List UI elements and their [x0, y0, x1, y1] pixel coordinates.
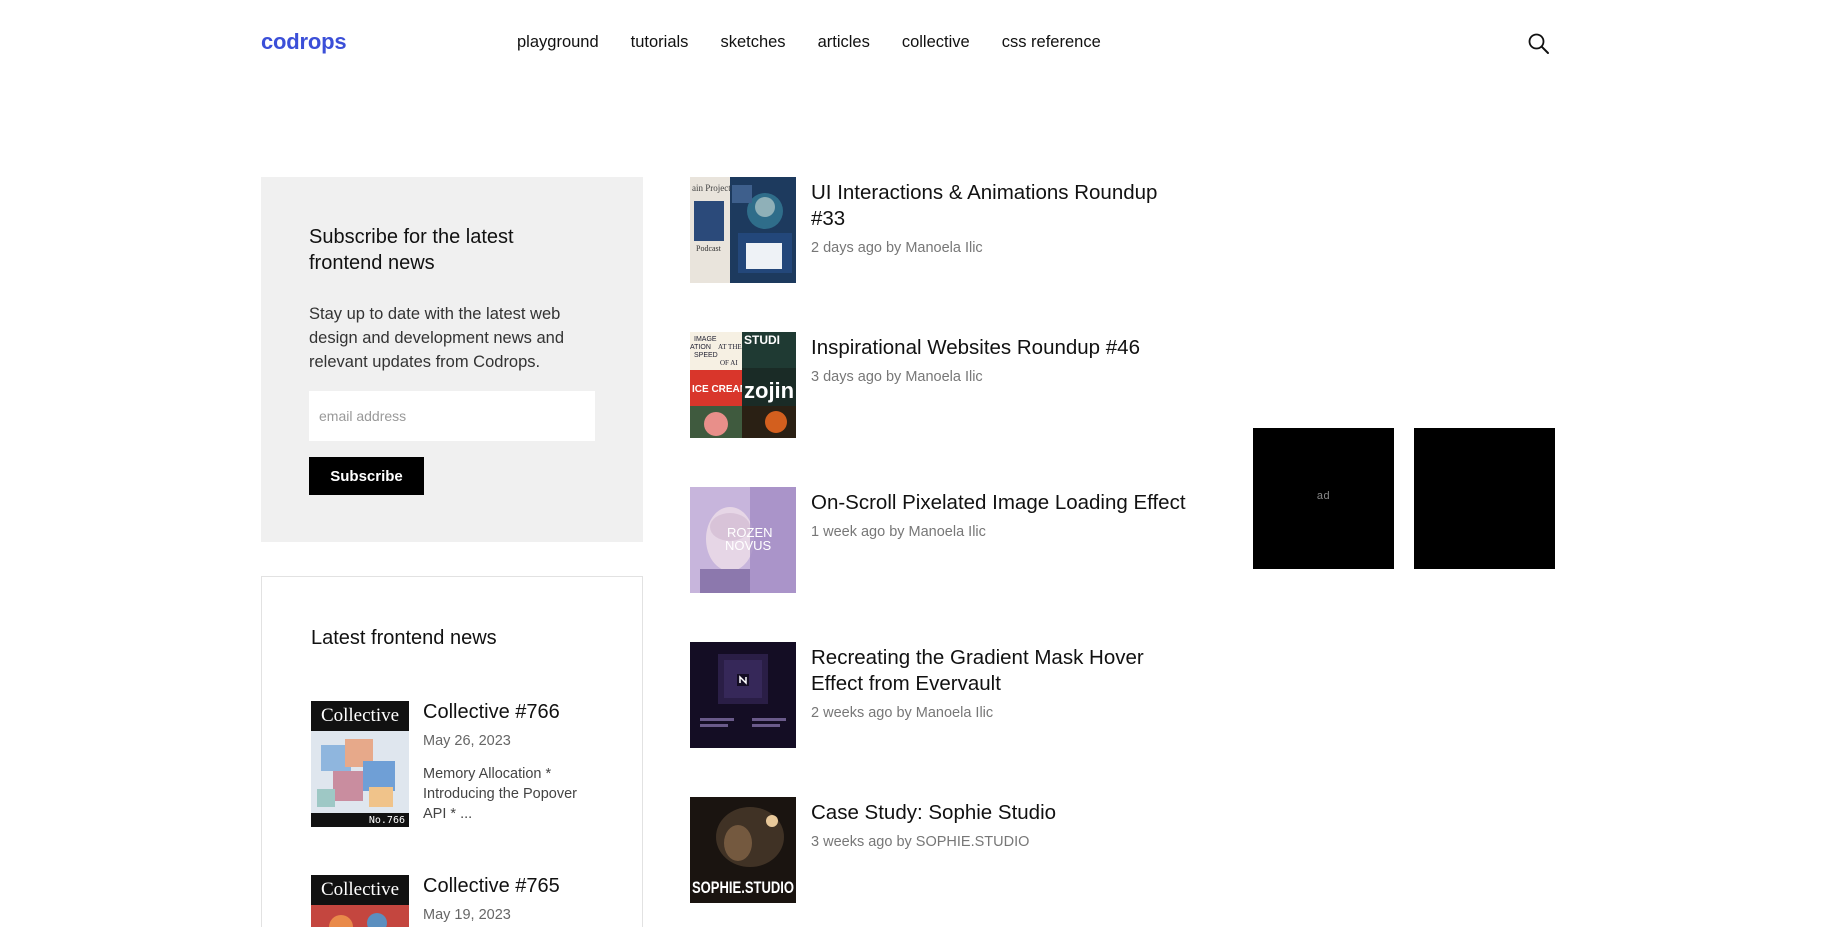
news-item[interactable]: Collective Collective #765 May 19, 2023 [311, 875, 611, 927]
article-thumbnail[interactable]: ROZEN NOVUS [690, 487, 796, 593]
thumb-artwork [311, 905, 409, 927]
thumb-text: SPEED [694, 352, 718, 359]
news-title[interactable]: Collective #765 [423, 875, 560, 898]
search-icon[interactable] [1526, 31, 1552, 57]
article-meta: 3 weeks ago by SOPHIE.STUDIO [811, 834, 1030, 850]
news-item[interactable]: Collective No.766 Collective #766 May 26… [311, 701, 611, 831]
article-item[interactable]: Recreating the Gradient Mask Hover Effec… [690, 642, 1190, 748]
latest-news-box: Latest frontend news Collective No.766 C… [261, 576, 643, 927]
article-title[interactable]: Recreating the Gradient Mask Hover Effec… [811, 645, 1186, 697]
nav-item-sketches[interactable]: sketches [720, 33, 785, 52]
nav-item-articles[interactable]: articles [818, 33, 870, 52]
thumb-artwork [311, 731, 409, 813]
subscribe-title: Subscribe for the latest frontend news [309, 226, 514, 274]
article-thumbnail[interactable]: SOPHIE.STUDIO [690, 797, 796, 903]
thumb-text: SOPHIE.STUDIO [692, 878, 794, 897]
thumb-text: ICE CREAM [692, 384, 748, 395]
ad-slot[interactable] [1414, 428, 1555, 569]
subscribe-box: Subscribe for the latest frontend news S… [261, 177, 643, 542]
article-item[interactable]: ain Project Podcast UI Interactions & An… [690, 177, 1190, 283]
thumb-text: OF AI [720, 359, 738, 367]
article-meta: 2 weeks ago by Manoela Ilic [811, 705, 994, 721]
news-date: May 26, 2023 [423, 733, 511, 749]
article-title[interactable]: Case Study: Sophie Studio [811, 800, 1186, 826]
nav-item-playground[interactable]: playground [517, 33, 599, 52]
thumb-text: ain Project [692, 183, 731, 193]
article-thumbnail[interactable]: ain Project Podcast [690, 177, 796, 283]
news-title[interactable]: Collective #766 [423, 701, 560, 724]
thumb-title: Collective [320, 705, 400, 726]
article-thumbnail[interactable] [690, 642, 796, 748]
article-thumbnail[interactable]: IMAGE ATION AT THE SPEED OF AI STUDI ICE… [690, 332, 796, 438]
site-logo[interactable]: codrops [261, 29, 347, 55]
email-field[interactable] [309, 391, 595, 441]
thumb-title: Collective [320, 879, 400, 900]
article-item[interactable]: ROZEN NOVUS On-Scroll Pixelated Image Lo… [690, 487, 1190, 593]
article-meta: 1 week ago by Manoela Ilic [811, 524, 986, 540]
thumb-text: NOVUS [725, 538, 772, 553]
latest-news-heading: Latest frontend news [311, 627, 497, 649]
ad-slot[interactable]: ad [1253, 428, 1394, 569]
article-meta: 3 days ago by Manoela Ilic [811, 369, 983, 385]
ad-label: ad [1316, 490, 1331, 502]
main-nav: playground tutorials sketches articles c… [517, 33, 1133, 52]
collective-765-thumbnail[interactable]: Collective [311, 875, 409, 927]
article-title[interactable]: On-Scroll Pixelated Image Loading Effect [811, 490, 1186, 516]
article-meta: 2 days ago by Manoela Ilic [811, 240, 983, 256]
thumb-number: No.766 [368, 815, 405, 826]
article-item[interactable]: SOPHIE.STUDIO Case Study: Sophie Studio … [690, 797, 1190, 903]
thumb-text: AT THE [718, 343, 742, 351]
article-title[interactable]: Inspirational Websites Roundup #46 [811, 335, 1186, 361]
thumb-text: IMAGE [694, 336, 717, 343]
subscribe-description: Stay up to date with the latest web desi… [309, 305, 565, 371]
thumb-text: STUDI [744, 333, 780, 347]
nav-item-collective[interactable]: collective [902, 33, 970, 52]
thumb-text: zojin [744, 378, 794, 403]
news-date: May 19, 2023 [423, 907, 511, 923]
thumb-text: Podcast [696, 244, 722, 253]
subscribe-button[interactable]: Subscribe [309, 457, 424, 495]
news-excerpt: Memory Allocation * Introducing the Popo… [423, 766, 577, 822]
nav-item-tutorials[interactable]: tutorials [631, 33, 689, 52]
article-item[interactable]: IMAGE ATION AT THE SPEED OF AI STUDI ICE… [690, 332, 1190, 438]
thumb-text: ATION [690, 344, 711, 351]
article-title[interactable]: UI Interactions & Animations Roundup #33 [811, 180, 1186, 232]
nav-item-css-reference[interactable]: css reference [1002, 33, 1101, 52]
collective-766-thumbnail[interactable]: Collective No.766 [311, 701, 409, 827]
